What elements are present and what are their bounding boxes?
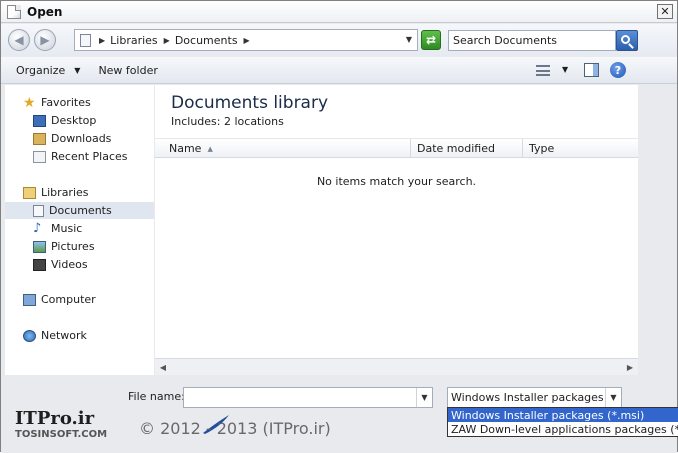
chevron-down-icon[interactable]: ▼	[605, 388, 621, 407]
sidebar-item-libraries[interactable]: Libraries	[5, 184, 154, 201]
file-type-option[interactable]: Windows Installer packages (*.msi)	[448, 408, 678, 422]
sidebar-item-label: Libraries	[41, 186, 89, 199]
arrow-right-icon: ▶	[40, 33, 50, 47]
file-type-option[interactable]: ZAW Down-level applications packages (*.…	[448, 422, 678, 436]
scroll-left-icon[interactable]: ◀	[158, 362, 168, 372]
network-icon	[23, 329, 36, 342]
preview-pane-icon[interactable]	[584, 63, 599, 77]
file-type-select[interactable]: Windows Installer packages (*.r ▼	[447, 387, 622, 408]
file-type-dropdown: Windows Installer packages (*.msi) ZAW D…	[447, 407, 678, 437]
close-button[interactable]: ✕	[657, 4, 673, 19]
sidebar-item-computer[interactable]: Computer	[5, 291, 154, 308]
column-date-modified[interactable]: Date modified	[411, 139, 523, 158]
forward-button[interactable]: ▶	[34, 29, 56, 51]
command-bar: Organize ▼ New folder ▼ ?	[1, 57, 677, 84]
search-icon	[621, 34, 630, 44]
library-includes: Includes: 2 locations	[171, 115, 284, 128]
sidebar-item-pictures[interactable]: Pictures	[5, 238, 154, 255]
library-title: Documents library	[171, 93, 329, 113]
help-icon[interactable]: ?	[610, 62, 626, 78]
recent-places-icon	[33, 150, 46, 163]
document-icon	[7, 4, 21, 19]
includes-link[interactable]: 2 locations	[224, 115, 284, 128]
address-bar[interactable]: ▶ Libraries ▶ Documents ▶ ▼	[74, 29, 418, 51]
sidebar-item-label: Favorites	[41, 96, 91, 109]
breadcrumb-documents[interactable]: Documents	[175, 34, 238, 47]
sidebar-item-label: Desktop	[51, 114, 97, 127]
sidebar-item-label: Pictures	[51, 240, 95, 253]
organize-button[interactable]: Organize ▼	[16, 64, 80, 77]
file-name-input[interactable]: ▼	[183, 387, 433, 408]
view-list-icon[interactable]	[536, 65, 550, 76]
sidebar-item-downloads[interactable]: Downloads	[5, 130, 154, 147]
star-icon: ★	[23, 94, 36, 111]
organize-label: Organize	[16, 63, 66, 77]
empty-message: No items match your search.	[316, 175, 477, 188]
horizontal-scrollbar[interactable]: ◀ ▶	[155, 358, 638, 375]
view-dropdown-icon[interactable]: ▼	[562, 65, 568, 74]
library-icon	[80, 33, 91, 47]
sidebar-item-label: Recent Places	[51, 150, 128, 163]
computer-icon	[23, 293, 36, 306]
file-list-pane: Documents library Includes: 2 locations …	[155, 85, 638, 375]
column-header: Name ▲ Date modified Type	[155, 138, 638, 158]
music-icon: ♪	[33, 220, 42, 236]
back-button[interactable]: ◀	[8, 29, 30, 51]
file-name-label: File name:	[128, 390, 185, 403]
documents-icon	[33, 204, 44, 217]
refresh-icon: ⇄	[425, 33, 437, 47]
sidebar-item-documents[interactable]: Documents	[5, 202, 154, 219]
search-input[interactable]: Search Documents	[448, 30, 616, 51]
window-title: Open	[27, 4, 63, 19]
sidebar-item-label: Network	[41, 329, 87, 342]
libraries-icon	[23, 186, 36, 199]
sidebar-item-music[interactable]: ♪ Music	[5, 220, 154, 237]
sidebar-item-videos[interactable]: Videos	[5, 256, 154, 273]
watermark-copyright: © 2012 - 2013 (ITPro.ir)	[139, 419, 331, 438]
column-type[interactable]: Type	[523, 139, 638, 158]
sidebar-item-label: Computer	[41, 293, 96, 306]
open-dialog: Open ✕ ◀ ▶ ▶ Libraries ▶ Documents ▶ ▼ ⇄…	[0, 0, 678, 453]
includes-label: Includes:	[171, 115, 221, 128]
column-name[interactable]: Name ▲	[163, 139, 411, 158]
arrow-left-icon: ◀	[14, 33, 24, 47]
sidebar-item-desktop[interactable]: Desktop	[5, 112, 154, 129]
sidebar-item-label: Downloads	[51, 132, 112, 145]
sidebar-item-label: Music	[51, 222, 83, 235]
desktop-icon	[33, 114, 46, 127]
new-folder-button[interactable]: New folder	[98, 64, 157, 77]
address-dropdown-icon[interactable]: ▼	[406, 35, 412, 44]
pictures-icon	[33, 240, 46, 253]
sidebar-item-recent-places[interactable]: Recent Places	[5, 148, 154, 165]
downloads-icon	[33, 132, 46, 145]
watermark-logo: ITPro.ir	[15, 408, 95, 429]
navigation-pane: ★ Favorites Desktop Downloads Recent Pla…	[5, 85, 154, 375]
watermark-site: TOSINSOFT.COM	[15, 429, 108, 440]
chevron-down-icon[interactable]: ▼	[416, 388, 432, 407]
column-name-label: Name	[169, 142, 202, 155]
breadcrumb-chevron-icon[interactable]: ▶	[99, 36, 105, 45]
refresh-button[interactable]: ⇄	[421, 30, 441, 50]
scroll-right-icon[interactable]: ▶	[625, 362, 635, 372]
breadcrumb-chevron-icon[interactable]: ▶	[244, 36, 250, 45]
sidebar-item-label: Videos	[51, 258, 88, 271]
sidebar-item-network[interactable]: Network	[5, 327, 154, 344]
chevron-down-icon: ▼	[74, 65, 81, 75]
file-type-selected: Windows Installer packages (*.r	[451, 391, 605, 404]
title-bar: Open ✕	[1, 1, 677, 23]
breadcrumb-chevron-icon[interactable]: ▶	[164, 36, 170, 45]
breadcrumb-libraries[interactable]: Libraries	[110, 34, 158, 47]
address-row: ◀ ▶ ▶ Libraries ▶ Documents ▶ ▼ ⇄ Search…	[1, 24, 677, 56]
videos-icon	[33, 258, 46, 271]
sort-ascending-icon: ▲	[207, 144, 213, 153]
search-button[interactable]	[616, 30, 638, 51]
sidebar-item-favorites[interactable]: ★ Favorites	[5, 94, 154, 111]
sidebar-item-label: Documents	[49, 204, 112, 217]
